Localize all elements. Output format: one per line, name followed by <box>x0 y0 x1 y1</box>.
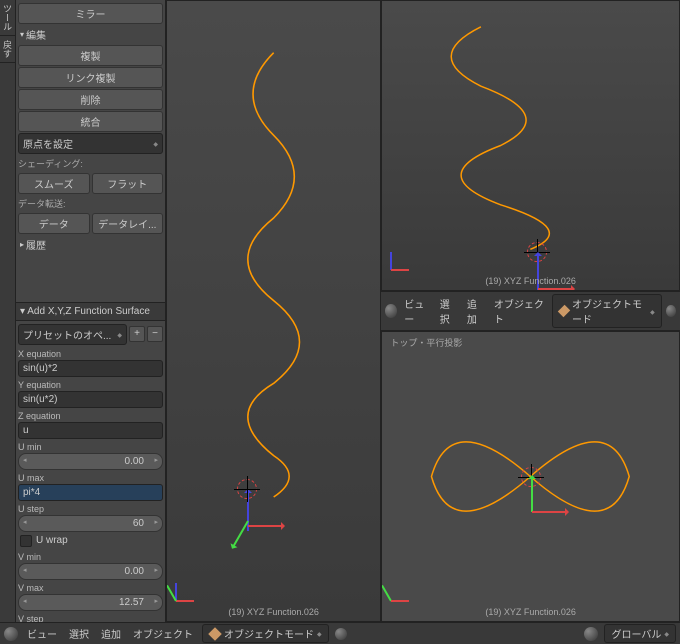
u-step-input[interactable]: 60 <box>18 515 163 532</box>
tab-undo[interactable]: 戻す <box>0 36 15 63</box>
shading-icon[interactable] <box>335 628 347 640</box>
u-wrap-checkbox[interactable]: U wrap <box>18 533 163 549</box>
smooth-button[interactable]: スムーズ <box>18 173 90 194</box>
link-duplicate-button[interactable]: リンク複製 <box>18 67 163 88</box>
viewport-object-label: (19) XYZ Function.026 <box>485 607 576 617</box>
menu-add[interactable]: 追加 <box>464 295 487 327</box>
preset-add-button[interactable]: + <box>129 326 145 342</box>
join-button[interactable]: 統合 <box>18 111 163 132</box>
v-min-input[interactable]: 0.00 <box>18 563 163 580</box>
viewport-front[interactable]: (19) XYZ Function.026 <box>381 0 680 291</box>
u-step-label: U step <box>18 504 163 514</box>
y-eq-label: Y equation <box>18 380 163 390</box>
duplicate-button[interactable]: 複製 <box>18 45 163 66</box>
x-equation-input[interactable]: sin(u)*2 <box>18 360 163 377</box>
cube-icon <box>208 627 222 641</box>
v-max-input[interactable]: 12.57 <box>18 594 163 611</box>
axis-widget <box>175 571 205 601</box>
data-layout-button[interactable]: データレイ... <box>92 213 164 234</box>
editor-type-icon[interactable] <box>385 304 397 318</box>
menu-select[interactable]: 選択 <box>437 295 460 327</box>
menu-object[interactable]: オブジェクト <box>491 295 548 327</box>
set-origin-dropdown[interactable]: 原点を設定 <box>18 133 163 154</box>
shading-icon[interactable] <box>666 305 676 317</box>
axis-widget <box>390 240 420 270</box>
shading-label: シェーディング: <box>18 155 163 172</box>
mirror-button[interactable]: ミラー <box>18 3 163 24</box>
data-transfer-label: データ転送: <box>18 195 163 212</box>
menu-select[interactable]: 選択 <box>66 625 92 642</box>
u-max-input[interactable]: pi*4 <box>18 484 163 501</box>
z-equation-input[interactable]: u <box>18 422 163 439</box>
bottom-header: ビュー 選択 追加 オブジェクト オブジェクトモード グローバル <box>0 622 680 644</box>
viewport-header: ビュー 選択 追加 オブジェクト オブジェクトモード <box>381 291 680 331</box>
viewport-object-label: (19) XYZ Function.026 <box>228 607 319 617</box>
viewport-object-label: (19) XYZ Function.026 <box>485 276 576 286</box>
preset-dropdown[interactable]: プリセットのオペ... <box>18 324 127 345</box>
y-equation-input[interactable]: sin(u*2) <box>18 391 163 408</box>
u-min-input[interactable]: 0.00 <box>18 453 163 470</box>
menu-add[interactable]: 追加 <box>98 625 124 642</box>
chevron-icon <box>153 138 158 149</box>
u-max-label: U max <box>18 473 163 483</box>
v-min-label: V min <box>18 552 163 562</box>
u-min-label: U min <box>18 442 163 452</box>
viewport-perspective[interactable]: (19) XYZ Function.026 <box>166 0 381 622</box>
flat-button[interactable]: フラット <box>92 173 164 194</box>
cube-icon <box>558 305 570 317</box>
operator-panel-header[interactable]: ▾ Add X,Y,Z Function Surface <box>16 302 165 321</box>
z-eq-label: Z equation <box>18 411 163 421</box>
sidebar-tabs: ツール 戻す <box>0 0 16 622</box>
axis-widget <box>390 571 420 601</box>
v-step-label: V step <box>18 614 163 623</box>
x-axis-arrow[interactable] <box>532 511 567 513</box>
3d-cursor <box>237 479 257 499</box>
v-max-label: V max <box>18 583 163 593</box>
viewport-top[interactable]: トップ・平行投影 (19) XYZ Function.026 <box>381 331 680 622</box>
x-axis-arrow[interactable] <box>248 525 283 527</box>
mode-dropdown[interactable]: オブジェクトモード <box>202 624 329 643</box>
x-axis-arrow[interactable] <box>538 288 573 290</box>
x-eq-label: X equation <box>18 349 163 359</box>
edit-section-header[interactable]: 編集 <box>18 25 163 44</box>
history-section[interactable]: 履歴 <box>18 235 163 254</box>
viewport-area: (19) XYZ Function.026 (19) XYZ Function.… <box>166 0 680 622</box>
menu-view[interactable]: ビュー <box>24 625 60 642</box>
tab-tools[interactable]: ツール <box>0 0 15 36</box>
mode-dropdown[interactable]: オブジェクトモード <box>552 294 662 328</box>
orientation-dropdown[interactable]: グローバル <box>604 624 676 643</box>
delete-button[interactable]: 削除 <box>18 89 163 110</box>
preset-remove-button[interactable]: − <box>147 326 163 342</box>
y-axis-arrow[interactable] <box>531 477 533 512</box>
chevron-icon <box>117 329 122 340</box>
data-button[interactable]: データ <box>18 213 90 234</box>
editor-type-icon-2[interactable] <box>584 627 598 641</box>
tool-panel: ミラー 編集 複製 リンク複製 削除 統合 原点を設定 シェーディング: スムー… <box>16 0 166 622</box>
menu-object[interactable]: オブジェクト <box>130 625 196 642</box>
menu-view[interactable]: ビュー <box>401 295 433 327</box>
editor-type-icon[interactable] <box>4 627 18 641</box>
